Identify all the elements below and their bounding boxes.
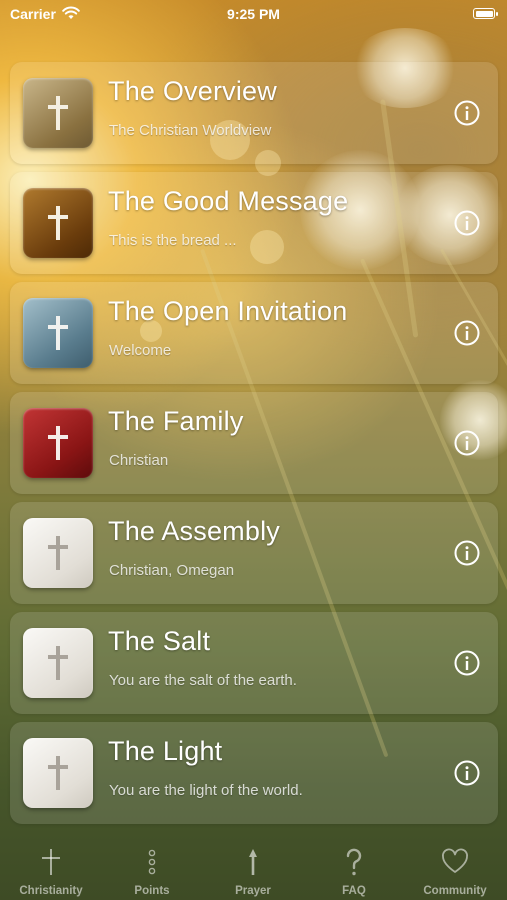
thumbnail	[23, 518, 93, 588]
item-subtitle: The Christian Worldview	[109, 122, 272, 139]
info-icon[interactable]	[454, 760, 480, 786]
item-title: The Good Message	[108, 186, 349, 216]
cross-icon	[48, 206, 68, 240]
arrow-up-icon	[249, 849, 257, 875]
info-icon[interactable]	[454, 650, 480, 676]
item-subtitle: This is the bread ...	[109, 232, 237, 249]
tab-faq[interactable]: FAQ	[304, 843, 404, 897]
heart-icon	[442, 848, 468, 873]
tab-community[interactable]: Community	[405, 843, 505, 897]
thumbnail	[23, 408, 93, 478]
tab-label: Community	[423, 885, 487, 897]
list-item[interactable]: The Good Message This is the bread ...	[10, 172, 498, 274]
item-subtitle: Christian, Omegan	[109, 562, 235, 579]
cross-icon	[48, 316, 68, 350]
list-item[interactable]: The Salt You are the salt of the earth.	[10, 612, 498, 714]
tab-label: FAQ	[342, 885, 366, 897]
item-title: The Open Invitation	[108, 296, 348, 326]
thumbnail	[23, 298, 93, 368]
item-title: The Salt	[108, 626, 211, 656]
info-icon[interactable]	[454, 430, 480, 456]
tab-label: Points	[134, 885, 170, 897]
item-title: The Assembly	[108, 516, 280, 546]
list-item[interactable]: The Light You are the light of the world…	[10, 722, 498, 824]
cross-icon	[48, 756, 68, 790]
item-title: The Overview	[108, 76, 277, 106]
item-title: The Light	[108, 736, 223, 766]
thumbnail	[23, 738, 93, 808]
tab-christianity[interactable]: Christianity	[1, 843, 101, 897]
cross-icon	[48, 96, 68, 130]
item-title: The Family	[108, 406, 244, 436]
thumbnail	[23, 628, 93, 698]
topics-list: The Overview The Christian Worldview The…	[10, 62, 498, 832]
cross-icon	[42, 849, 60, 875]
item-subtitle: Welcome	[109, 342, 172, 359]
thumbnail	[23, 78, 93, 148]
thumbnail	[23, 188, 93, 258]
item-subtitle: You are the salt of the earth.	[109, 672, 297, 689]
info-icon[interactable]	[454, 540, 480, 566]
battery-icon	[473, 8, 498, 19]
list-item[interactable]: The Overview The Christian Worldview	[10, 62, 498, 164]
question-icon	[346, 848, 362, 876]
tab-bar: Christianity Points Prayer FAQ Community	[0, 842, 507, 900]
list-item[interactable]: The Family Christian	[10, 392, 498, 494]
tab-prayer[interactable]: Prayer	[203, 843, 303, 897]
info-icon[interactable]	[454, 100, 480, 126]
item-subtitle: You are the light of the world.	[109, 782, 303, 799]
list-item[interactable]: The Open Invitation Welcome	[10, 282, 498, 384]
tab-label: Prayer	[235, 885, 271, 897]
clock: 9:25 PM	[227, 6, 280, 22]
item-subtitle: Christian	[109, 452, 169, 469]
cross-icon	[48, 426, 68, 460]
tab-points[interactable]: Points	[102, 843, 202, 897]
list-item[interactable]: The Assembly Christian, Omegan	[10, 502, 498, 604]
info-icon[interactable]	[454, 210, 480, 236]
cross-icon	[48, 536, 68, 570]
tab-label: Christianity	[19, 885, 83, 897]
status-bar: Carrier 9:25 PM	[0, 0, 507, 28]
info-icon[interactable]	[454, 320, 480, 346]
dots-icon	[148, 849, 156, 875]
cross-icon	[48, 646, 68, 680]
